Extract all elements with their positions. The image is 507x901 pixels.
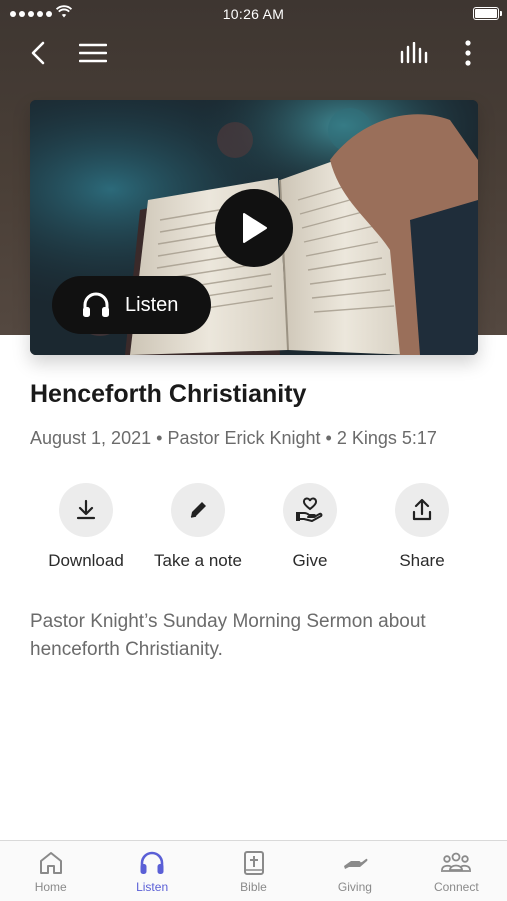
- battery-icon: [473, 7, 502, 20]
- status-time: 10:26 AM: [222, 6, 285, 22]
- page-title: Henceforth Christianity: [30, 380, 307, 408]
- take-note-button[interactable]: Take a note: [142, 483, 254, 571]
- pencil-icon: [171, 483, 225, 537]
- tab-label: Giving: [337, 880, 372, 894]
- hamburger-icon: [79, 43, 107, 63]
- listen-label: Listen: [125, 293, 179, 316]
- share-icon: [395, 483, 449, 537]
- bible-icon: [243, 851, 264, 875]
- heart-hand-icon: [283, 483, 337, 537]
- group-icon: [441, 852, 472, 872]
- meta-separator: •: [156, 428, 163, 448]
- download-label: Download: [48, 551, 124, 570]
- share-button[interactable]: Share: [366, 483, 478, 571]
- chevron-left-icon: [31, 41, 45, 65]
- giving-icon: [343, 858, 368, 869]
- tab-giving[interactable]: Giving: [304, 841, 405, 901]
- equalizer-icon: [400, 42, 428, 64]
- tab-label: Connect: [433, 880, 479, 894]
- sermon-meta: August 1, 2021 • Pastor Erick Knight • 2…: [30, 428, 437, 449]
- sermon-description: Pastor Knight’s Sunday Morning Sermon ab…: [30, 611, 426, 660]
- play-icon: [243, 213, 267, 243]
- headphones-icon: [83, 292, 109, 317]
- more-options-button[interactable]: [451, 36, 485, 70]
- meta-separator: •: [325, 428, 332, 448]
- audio-levels-button[interactable]: [397, 36, 431, 70]
- status-bar: 10:26 AM: [0, 0, 507, 28]
- menu-button[interactable]: [76, 36, 110, 70]
- tab-bible[interactable]: Bible: [203, 841, 304, 901]
- home-icon: [39, 852, 62, 874]
- download-icon: [59, 483, 113, 537]
- tab-label: Home: [34, 880, 67, 894]
- tab-bar: Home Listen Bible Giving Connect: [0, 840, 507, 901]
- share-label: Share: [399, 551, 445, 570]
- tab-label: Bible: [240, 880, 267, 894]
- tab-home[interactable]: Home: [0, 841, 101, 901]
- more-vertical-icon: [465, 40, 471, 66]
- download-button[interactable]: Download: [30, 483, 142, 571]
- give-button[interactable]: Give: [254, 483, 366, 571]
- back-button[interactable]: [21, 36, 55, 70]
- sermon-pastor: Pastor Erick Knight: [167, 428, 321, 448]
- tab-connect[interactable]: Connect: [406, 841, 507, 901]
- listen-button[interactable]: Listen: [52, 276, 211, 334]
- sermon-date: August 1, 2021: [30, 428, 152, 448]
- take-note-label: Take a note: [154, 551, 242, 570]
- play-button[interactable]: [215, 189, 293, 267]
- tab-label: Listen: [136, 880, 169, 894]
- sermon-scripture: 2 Kings 5:17: [336, 428, 437, 448]
- give-label: Give: [292, 551, 328, 570]
- tab-listen[interactable]: Listen: [101, 841, 202, 901]
- headphones-icon: [140, 851, 164, 874]
